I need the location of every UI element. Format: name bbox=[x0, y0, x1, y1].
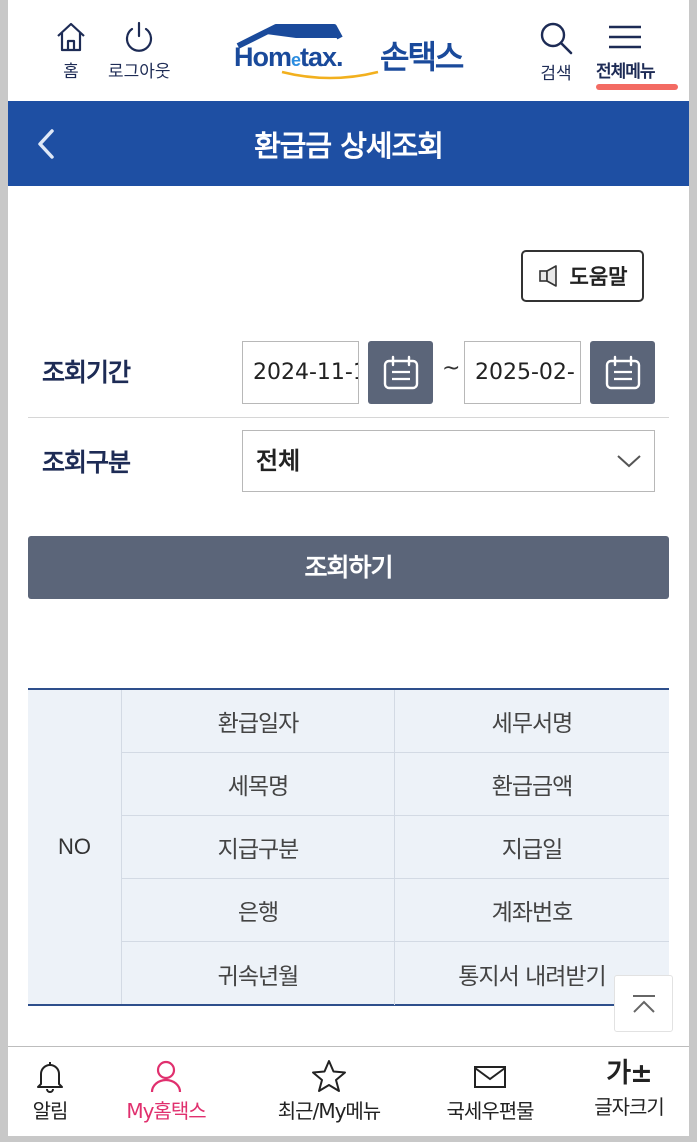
nav-recent-label: 최근/My메뉴 bbox=[277, 1099, 381, 1123]
calendar-icon bbox=[605, 355, 640, 389]
speaker-icon bbox=[538, 265, 557, 287]
nav-alarm-label: 알림 bbox=[32, 1099, 69, 1123]
date-from-calendar-button[interactable] bbox=[368, 341, 433, 404]
bottom-nav: 알림 My홈택스 최근/My메뉴 국세우편물 가± 글자크기 bbox=[8, 1046, 689, 1136]
home-button[interactable]: 홈 bbox=[54, 20, 88, 82]
hamburger-icon bbox=[609, 25, 642, 49]
logo-text: Hometax. bbox=[234, 42, 344, 72]
all-menu-button[interactable]: 전체메뉴 bbox=[596, 20, 656, 82]
period-label: 조회기간 bbox=[42, 358, 131, 387]
search-button[interactable]: 검색 bbox=[538, 20, 574, 84]
menu-highlight-underline bbox=[596, 84, 678, 90]
nav-tax-mail[interactable]: 국세우편물 bbox=[438, 1059, 542, 1124]
calendar-icon bbox=[383, 355, 418, 389]
top-header: 홈 로그아웃 Hometax. 손택스 검색 전체메뉴 bbox=[8, 0, 689, 101]
table-header-cell: 환급금액 bbox=[395, 753, 669, 816]
result-table-header: NO 환급일자 세무서명 세목명 환급금액 지급구분 지급일 은행 계좌번호 귀… bbox=[28, 688, 669, 1006]
type-select-value: 전체 bbox=[256, 447, 301, 475]
table-header-cell: 은행 bbox=[122, 879, 395, 942]
table-header-no: NO bbox=[28, 690, 122, 1004]
table-header-cell: 세무서명 bbox=[395, 690, 669, 753]
nav-alarm[interactable]: 알림 bbox=[28, 1059, 72, 1124]
table-header-cell: 지급구분 bbox=[122, 816, 395, 879]
title-bar: 환급금 상세조회 bbox=[8, 101, 689, 186]
nav-mail-label: 국세우편물 bbox=[446, 1099, 535, 1123]
bell-icon bbox=[37, 1062, 63, 1093]
table-header-cell: 귀속년월 bbox=[122, 942, 395, 1005]
search-icon bbox=[540, 22, 573, 55]
help-label: 도움말 bbox=[569, 265, 628, 289]
date-to-calendar-button[interactable] bbox=[590, 341, 655, 404]
logout-button[interactable]: 로그아웃 bbox=[108, 20, 171, 82]
home-label: 홈 bbox=[63, 62, 79, 82]
nav-recent-my-menu[interactable]: 최근/My메뉴 bbox=[270, 1059, 388, 1124]
nav-my-hometax[interactable]: My홈택스 bbox=[116, 1059, 216, 1124]
search-submit-button[interactable]: 조회하기 bbox=[28, 536, 669, 599]
nav-font-size-label: 글자크기 bbox=[594, 1095, 665, 1119]
type-label: 조회구분 bbox=[42, 448, 131, 477]
font-size-icon: 가± bbox=[606, 1058, 652, 1089]
logout-label: 로그아웃 bbox=[108, 62, 171, 82]
scroll-top-icon bbox=[632, 994, 655, 1013]
home-icon bbox=[57, 22, 85, 52]
date-from-input[interactable]: 2024-11-1 bbox=[242, 341, 359, 404]
form-divider bbox=[28, 417, 669, 418]
power-icon bbox=[126, 21, 153, 52]
table-header-cell: 계좌번호 bbox=[395, 879, 669, 942]
star-icon bbox=[312, 1060, 346, 1092]
date-separator: ~ bbox=[442, 356, 461, 381]
all-menu-label: 전체메뉴 bbox=[596, 62, 656, 82]
hometax-logo[interactable]: Hometax. 손택스 bbox=[234, 24, 479, 80]
type-select[interactable]: 전체 bbox=[242, 430, 655, 492]
chevron-down-icon bbox=[617, 455, 641, 468]
logo-swoosh-icon bbox=[281, 70, 379, 80]
logo-korean-text: 손택스 bbox=[380, 38, 464, 76]
app-frame: 홈 로그아웃 Hometax. 손택스 검색 전체메뉴 환급금 상세조회 도움말… bbox=[0, 0, 697, 1142]
table-header-cell: 지급일 bbox=[395, 816, 669, 879]
scroll-top-button[interactable] bbox=[614, 975, 673, 1032]
person-icon bbox=[150, 1060, 182, 1093]
nav-font-size[interactable]: 가± 글자크기 bbox=[588, 1059, 670, 1120]
table-header-cell: 환급일자 bbox=[122, 690, 395, 753]
page-title: 환급금 상세조회 bbox=[254, 129, 444, 163]
nav-my-hometax-label: My홈택스 bbox=[126, 1099, 206, 1123]
search-label: 검색 bbox=[540, 64, 572, 84]
date-to-input[interactable]: 2025-02- bbox=[464, 341, 581, 404]
table-header-cell: 세목명 bbox=[122, 753, 395, 816]
mail-icon bbox=[474, 1066, 506, 1088]
help-button[interactable]: 도움말 bbox=[521, 250, 644, 302]
